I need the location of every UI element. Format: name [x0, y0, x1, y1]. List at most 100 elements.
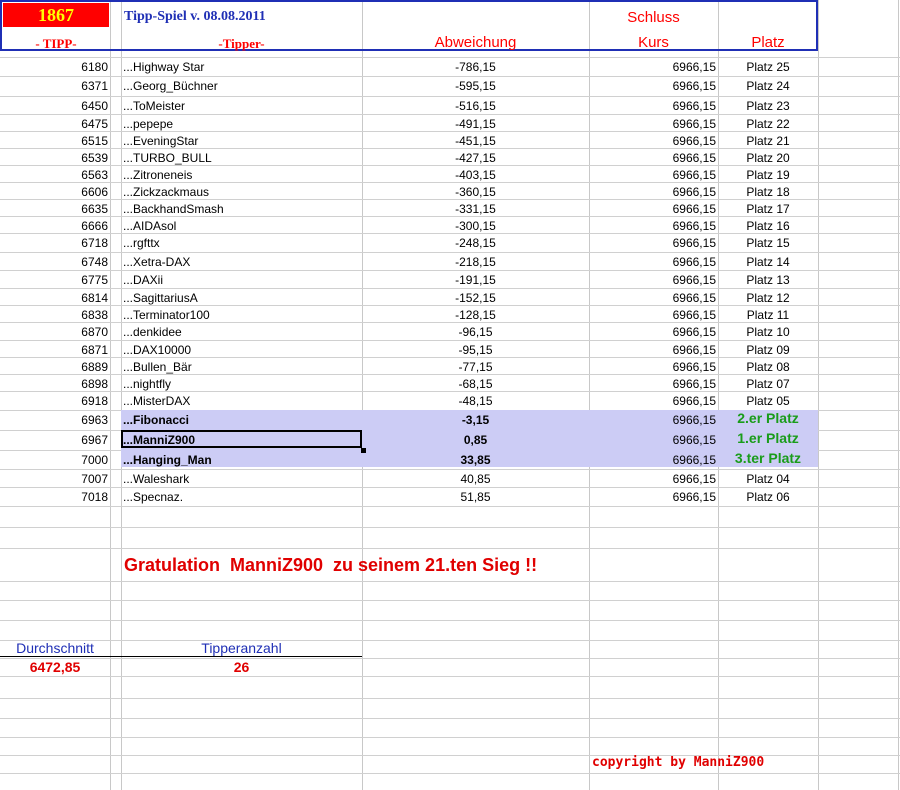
- cell-abweichung[interactable]: -77,15: [362, 359, 589, 376]
- cell-abweichung[interactable]: -68,15: [362, 376, 589, 393]
- cell-tipp[interactable]: 7018: [0, 489, 108, 506]
- cell-kurs[interactable]: 6966,15: [589, 184, 716, 201]
- cell-tipper[interactable]: ...Bullen_Bär: [123, 359, 361, 376]
- cell-kurs[interactable]: 6966,15: [589, 307, 716, 324]
- cell-platz[interactable]: Platz 16: [718, 218, 818, 235]
- cell-kurs[interactable]: 6966,15: [589, 235, 716, 252]
- cell-tipp[interactable]: 6871: [0, 342, 108, 359]
- cell-kurs[interactable]: 6966,15: [589, 133, 716, 150]
- cell-tipp[interactable]: 6918: [0, 393, 108, 410]
- cell-platz[interactable]: Platz 19: [718, 167, 818, 184]
- cell-platz[interactable]: Platz 10: [718, 324, 818, 341]
- cell-tipp[interactable]: 6967: [0, 432, 108, 449]
- cell-abweichung[interactable]: 40,85: [362, 471, 589, 488]
- cell-tipper[interactable]: ...Waleshark: [123, 471, 361, 488]
- cell-abweichung[interactable]: -595,15: [362, 78, 589, 95]
- cell-platz[interactable]: Platz 25: [718, 59, 818, 76]
- cell-platz[interactable]: Platz 15: [718, 235, 818, 252]
- cell-abweichung[interactable]: -48,15: [362, 393, 589, 410]
- cell-platz[interactable]: Platz 11: [718, 307, 818, 324]
- cell-tipper[interactable]: ...BackhandSmash: [123, 201, 361, 218]
- cell-platz[interactable]: Platz 20: [718, 150, 818, 167]
- cell-platz[interactable]: Platz 08: [718, 359, 818, 376]
- cell-platz[interactable]: 1.er Platz: [718, 430, 818, 447]
- cell-kurs[interactable]: 6966,15: [589, 254, 716, 271]
- cell-tipper[interactable]: ...Zickzackmaus: [123, 184, 361, 201]
- cell-abweichung[interactable]: 51,85: [362, 489, 589, 506]
- cell-abweichung[interactable]: -152,15: [362, 290, 589, 307]
- cell-tipper[interactable]: ...EveningStar: [123, 133, 361, 150]
- cell-tipp[interactable]: 6371: [0, 78, 108, 95]
- cell-platz[interactable]: 2.er Platz: [718, 410, 818, 427]
- cell-platz[interactable]: Platz 12: [718, 290, 818, 307]
- cell-kurs[interactable]: 6966,15: [589, 489, 716, 506]
- cell-platz[interactable]: Platz 14: [718, 254, 818, 271]
- cell-tipp[interactable]: 6898: [0, 376, 108, 393]
- cell-abweichung[interactable]: -95,15: [362, 342, 589, 359]
- cell-tipp[interactable]: 7007: [0, 471, 108, 488]
- cell-tipp[interactable]: 7000: [0, 452, 108, 469]
- cell-tipp[interactable]: 6870: [0, 324, 108, 341]
- cell-tipp[interactable]: 6450: [0, 98, 108, 115]
- cell-abweichung[interactable]: -427,15: [362, 150, 589, 167]
- cell-platz[interactable]: Platz 21: [718, 133, 818, 150]
- cell-kurs[interactable]: 6966,15: [589, 324, 716, 341]
- cell-tipper[interactable]: ...DAXii: [123, 272, 361, 289]
- cell-abweichung[interactable]: 0,85: [362, 432, 589, 449]
- cell-platz[interactable]: Platz 13: [718, 272, 818, 289]
- cell-platz[interactable]: Platz 24: [718, 78, 818, 95]
- cell-platz[interactable]: Platz 09: [718, 342, 818, 359]
- cell-abweichung[interactable]: -128,15: [362, 307, 589, 324]
- cell-abweichung[interactable]: -786,15: [362, 59, 589, 76]
- cell-tipper[interactable]: ...Xetra-DAX: [123, 254, 361, 271]
- cell-kurs[interactable]: 6966,15: [589, 393, 716, 410]
- cell-tipp[interactable]: 6515: [0, 133, 108, 150]
- cell-tipp[interactable]: 6963: [0, 412, 108, 429]
- cell-tipper[interactable]: ...Terminator100: [123, 307, 361, 324]
- cell-kurs[interactable]: 6966,15: [589, 359, 716, 376]
- cell-kurs[interactable]: 6966,15: [589, 452, 716, 469]
- cell-tipper[interactable]: ...nightfly: [123, 376, 361, 393]
- cell-abweichung[interactable]: -331,15: [362, 201, 589, 218]
- cell-tipper[interactable]: ...Highway Star: [123, 59, 361, 76]
- cell-kurs[interactable]: 6966,15: [589, 471, 716, 488]
- cell-kurs[interactable]: 6966,15: [589, 376, 716, 393]
- cell-platz[interactable]: Platz 23: [718, 98, 818, 115]
- cell-tipper[interactable]: ...SagittariusA: [123, 290, 361, 307]
- cell-kurs[interactable]: 6966,15: [589, 432, 716, 449]
- cell-abweichung[interactable]: -248,15: [362, 235, 589, 252]
- cell-tipper[interactable]: ...Hanging_Man: [123, 452, 361, 469]
- cell-abweichung[interactable]: 33,85: [362, 452, 589, 469]
- cell-tipp[interactable]: 6606: [0, 184, 108, 201]
- cell-abweichung[interactable]: -451,15: [362, 133, 589, 150]
- cell-abweichung[interactable]: -491,15: [362, 116, 589, 133]
- cell-abweichung[interactable]: -218,15: [362, 254, 589, 271]
- cell-platz[interactable]: Platz 05: [718, 393, 818, 410]
- cell-abweichung[interactable]: -96,15: [362, 324, 589, 341]
- cell-abweichung[interactable]: -191,15: [362, 272, 589, 289]
- cell-kurs[interactable]: 6966,15: [589, 167, 716, 184]
- cell-kurs[interactable]: 6966,15: [589, 290, 716, 307]
- cell-tipper[interactable]: ...Specnaz.: [123, 489, 361, 506]
- cell-tipp[interactable]: 6838: [0, 307, 108, 324]
- cell-kurs[interactable]: 6966,15: [589, 59, 716, 76]
- cell-tipp[interactable]: 6775: [0, 272, 108, 289]
- cell-tipper[interactable]: ...pepepe: [123, 116, 361, 133]
- cell-tipper[interactable]: ...AIDAsol: [123, 218, 361, 235]
- cell-platz[interactable]: Platz 18: [718, 184, 818, 201]
- cell-platz[interactable]: 3.ter Platz: [718, 450, 818, 467]
- cell-kurs[interactable]: 6966,15: [589, 78, 716, 95]
- cell-tipper[interactable]: ...Georg_Büchner: [123, 78, 361, 95]
- cell-tipp[interactable]: 6814: [0, 290, 108, 307]
- cell-tipper[interactable]: ...rgfttx: [123, 235, 361, 252]
- cell-tipper[interactable]: ...DAX10000: [123, 342, 361, 359]
- cell-abweichung[interactable]: -300,15: [362, 218, 589, 235]
- cell-tipp[interactable]: 6563: [0, 167, 108, 184]
- cell-kurs[interactable]: 6966,15: [589, 272, 716, 289]
- cell-abweichung[interactable]: -403,15: [362, 167, 589, 184]
- cell-tipper[interactable]: ...TURBO_BULL: [123, 150, 361, 167]
- cell-tipp[interactable]: 6718: [0, 235, 108, 252]
- cell-platz[interactable]: Platz 22: [718, 116, 818, 133]
- cell-tipp[interactable]: 6889: [0, 359, 108, 376]
- cell-abweichung[interactable]: -3,15: [362, 412, 589, 429]
